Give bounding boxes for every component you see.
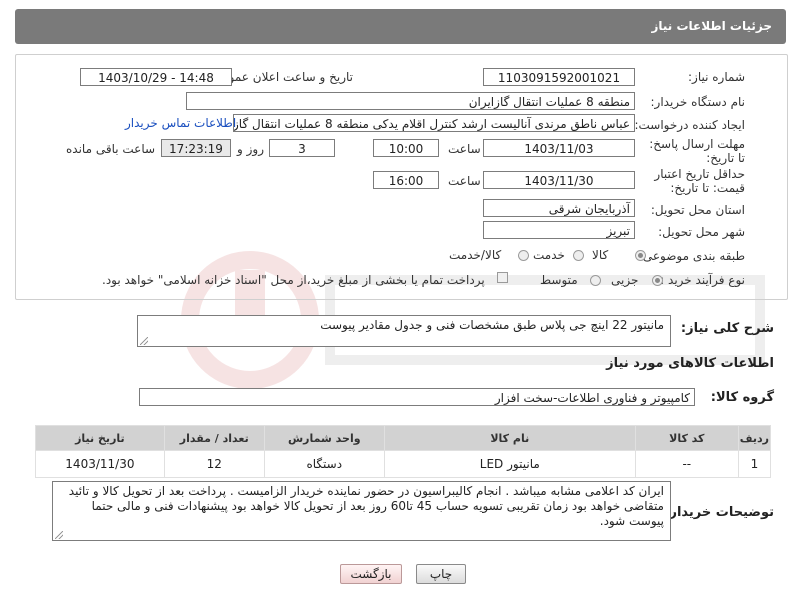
cell-code: -- xyxy=(634,450,739,478)
reply-deadline-label: مهلت ارسال پاسخ: تا تاریخ: xyxy=(649,137,745,165)
print-button[interactable]: چاپ xyxy=(416,564,466,584)
table-header-row: ردیف کد کالا نام کالا واحد شمارش تعداد /… xyxy=(35,425,772,451)
process-type-label: نوع فرآیند خرید : xyxy=(660,273,745,287)
back-button[interactable]: بازگشت xyxy=(340,564,402,584)
resize-grip-icon[interactable] xyxy=(55,531,63,539)
price-validity-time-label: ساعت xyxy=(448,174,481,188)
buyer-notes-text: ایران کد اعلامی مشابه میباشد . انجام کال… xyxy=(68,484,664,528)
description-label: شرح کلی نیاز: xyxy=(680,321,774,336)
col-code-header: کد کالا xyxy=(634,425,739,451)
category-goods-service-label: کالا/خدمت xyxy=(449,248,502,262)
treasury-checkbox[interactable] xyxy=(497,272,508,283)
description-text: مانیتور 22 اینچ جی پلاس طبق مشخصات فنی و… xyxy=(320,318,664,332)
col-unit-header: واحد شمارش xyxy=(263,425,385,451)
goods-table: ردیف کد کالا نام کالا واحد شمارش تعداد /… xyxy=(35,425,772,478)
category-radio-goods-service[interactable] xyxy=(518,250,529,261)
page-title: جزئیات اطلاعات نیاز xyxy=(651,19,772,33)
resize-grip-icon[interactable] xyxy=(140,337,148,345)
province-field: آذربایجان شرقی xyxy=(483,199,635,217)
price-validity-time-field: 16:00 xyxy=(373,171,439,189)
reply-time-label: ساعت xyxy=(448,142,481,156)
page-header: جزئیات اطلاعات نیاز xyxy=(15,9,786,44)
process-medium-label: متوسط xyxy=(540,273,578,287)
province-label: استان محل تحویل: xyxy=(650,203,745,217)
col-qty-header: تعداد / مقدار xyxy=(163,425,265,451)
category-radio-service[interactable] xyxy=(573,250,584,261)
category-label: طبقه بندی موضوعی: xyxy=(638,249,745,263)
announce-date-field: 1403/10/29 - 14:48 xyxy=(80,68,232,86)
process-radio-medium[interactable] xyxy=(590,275,601,286)
requester-field: عباس ناطق مرندی آنالیست ارشد کنترل اقلام… xyxy=(233,114,635,132)
category-radio-goods[interactable] xyxy=(635,250,646,261)
cell-date: 1403/11/30 xyxy=(35,450,165,478)
goods-group-label: گروه کالا: xyxy=(710,390,774,405)
goods-group-field: کامپیوتر و فناوری اطلاعات-سخت افزار xyxy=(139,388,695,406)
buyer-org-label: نام دستگاه خریدار: xyxy=(650,95,746,109)
reply-date-field: 1403/11/03 xyxy=(483,139,635,157)
requester-label: ایجاد کننده درخواست: xyxy=(634,118,745,132)
buyer-contact-link[interactable]: اطلاعات تماس خریدار xyxy=(125,116,236,130)
buyer-notes-textarea[interactable]: ایران کد اعلامی مشابه میباشد . انجام کال… xyxy=(52,481,671,541)
need-number-field: 1103091592001021 xyxy=(483,68,635,86)
reply-days-label: روز و xyxy=(237,142,264,156)
col-date-header: تاریخ نیاز xyxy=(35,425,165,451)
category-goods-label: کالا xyxy=(592,248,609,262)
process-minor-label: جزیی xyxy=(611,273,639,287)
cell-name: مانیتور LED xyxy=(383,450,636,478)
cell-row: 1 xyxy=(737,450,772,478)
city-field: تبریز xyxy=(483,221,635,239)
process-radio-minor[interactable] xyxy=(652,275,663,286)
description-textarea[interactable]: مانیتور 22 اینچ جی پلاس طبق مشخصات فنی و… xyxy=(137,315,671,347)
reply-time-field: 10:00 xyxy=(373,139,439,157)
cell-unit: دستگاه xyxy=(263,450,385,478)
treasury-note: پرداخت تمام یا بخشی از مبلغ خرید،از محل … xyxy=(102,273,485,287)
need-number-label: شماره نیاز: xyxy=(688,70,745,84)
price-validity-label: حداقل تاریخ اعتبار قیمت: تا تاریخ: xyxy=(654,167,745,195)
remaining-time-field: 17:23:19 xyxy=(161,139,231,157)
remaining-time-label: ساعت باقی مانده xyxy=(66,142,156,156)
buyer-org-field: منطقه 8 عملیات انتقال گازایران xyxy=(186,92,635,110)
price-validity-date-field: 1403/11/30 xyxy=(483,171,635,189)
buyer-notes-label: توضیحات خریدار: xyxy=(664,505,774,520)
goods-section-title: اطلاعات کالاهای مورد نیاز xyxy=(606,356,774,371)
city-label: شهر محل تحویل: xyxy=(658,225,745,239)
cell-qty: 12 xyxy=(163,450,265,478)
col-name-header: نام کالا xyxy=(383,425,636,451)
reply-days-field: 3 xyxy=(269,139,335,157)
col-row-header: ردیف xyxy=(737,425,772,451)
category-service-label: خدمت xyxy=(533,248,565,262)
table-row[interactable]: 1 -- مانیتور LED دستگاه 12 1403/11/30 xyxy=(35,450,772,478)
